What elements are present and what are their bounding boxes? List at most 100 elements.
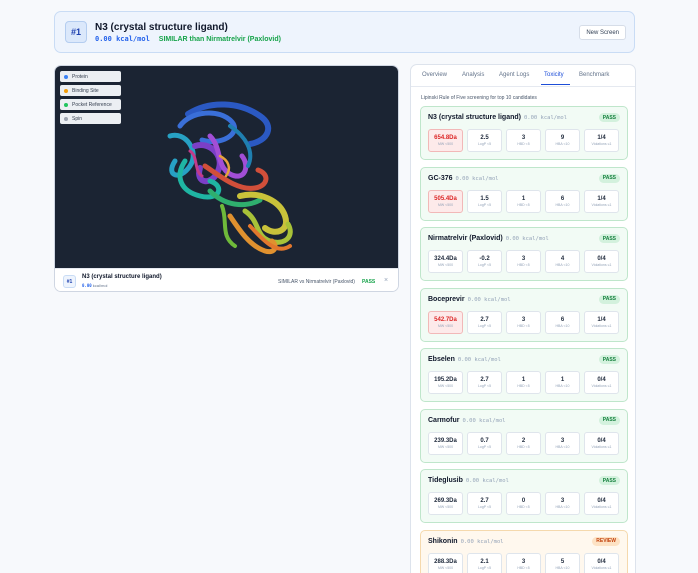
- metric-label: LogP <5: [477, 565, 492, 570]
- lipinski-metrics: 288.3Da MW <500 2.1 LogP <5 3 HBD <5 5 HBA <10 0…: [428, 552, 619, 573]
- metric-value: 2.1: [480, 558, 489, 565]
- lipinski-metrics: 239.3Da MW <500 0.7 LogP <5 2 HBD <5 3 HBA <10 0…: [428, 431, 619, 455]
- status-badge: PASS: [598, 294, 620, 304]
- lipinski-metrics: 654.8Da MW <500 2.5 LogP <5 3 HBD <5 9 HBA <10 1…: [428, 129, 619, 152]
- metric-label: LogP <5: [477, 142, 492, 146]
- metric-value: -0.2: [479, 256, 490, 262]
- metric-mw: 324.4Da MW <500: [428, 250, 463, 273]
- metric-logp: 2.7 LogP <5: [467, 492, 502, 515]
- metric-violations: 1/4 Violations ≤1: [584, 189, 619, 213]
- metric-label: Violations ≤1: [591, 384, 612, 388]
- candidate-name: Boceprevir: [428, 295, 465, 303]
- candidate-name: Shikonin: [428, 537, 458, 545]
- metric-value: 1/4: [597, 195, 606, 202]
- control-label: Spin: [72, 115, 83, 122]
- pocket-reference-toggle[interactable]: Pocket Reference: [60, 99, 121, 110]
- candidate-card-shikonin[interactable]: Shikonin 0.00 kcal/mol REVIEW 288.3Da MW <50…: [420, 529, 628, 573]
- candidate-name: Nirmatrelvir (Paxlovid): [428, 235, 503, 242]
- candidate-name-row: GC-376 0.00 kcal/mol: [428, 175, 499, 182]
- tab-overview[interactable]: Overview: [422, 72, 447, 78]
- tab-agent-logs[interactable]: Agent Logs: [499, 72, 529, 78]
- candidate-card-ebselen[interactable]: Ebselen 0.00 kcal/mol PASS 195.2Da MW <500 2.…: [420, 348, 628, 402]
- metric-label: LogP <5: [477, 444, 492, 449]
- spin-toggle[interactable]: Spin: [60, 113, 121, 124]
- candidate-card-carmofur[interactable]: Carmofur 0.00 kcal/mol PASS 239.3Da MW <500 0…: [420, 408, 628, 463]
- new-screen-button[interactable]: New Screen: [579, 25, 626, 40]
- status-badge: PASS: [598, 415, 620, 425]
- candidate-card-n3-crystal-structure-ligand[interactable]: N3 (crystal structure ligand) 0.00 kcal/m…: [420, 106, 628, 160]
- metric-value: 2.5: [480, 135, 489, 141]
- status-badge: REVIEW: [592, 536, 620, 546]
- metric-value: 2.7: [480, 498, 489, 504]
- similarity-label: SIMILAR than Nirmatrelvir (Paxlovid): [158, 35, 281, 43]
- result-header: #1 N3 (crystal structure ligand) 0.00 kc…: [54, 11, 635, 53]
- metric-value: 3: [560, 437, 565, 444]
- candidate-card-boceprevir[interactable]: Boceprevir 0.00 kcal/mol PASS 542.7Da MW <50…: [420, 287, 628, 342]
- candidate-name: N3 (crystal structure ligand): [428, 114, 521, 121]
- metric-hbd: 3 HBD <5: [506, 552, 541, 573]
- candidate-card-tideglusib[interactable]: Tideglusib 0.00 kcal/mol PASS 269.3Da MW <50…: [420, 469, 628, 523]
- metric-value: 3: [521, 316, 526, 323]
- status-badge: PASS: [598, 113, 620, 122]
- active-tab-indicator: [541, 84, 570, 85]
- candidate-card-gc-376[interactable]: GC-376 0.00 kcal/mol PASS 505.4Da MW <500 1.5…: [420, 166, 628, 221]
- status-badge: PASS: [598, 355, 620, 364]
- 3d-viewport[interactable]: Protein Binding Site Pocket Reference Sp…: [55, 66, 398, 268]
- metric-label: Violations ≤1: [591, 565, 612, 570]
- metric-hba: 3 HBA <10: [545, 492, 580, 515]
- metric-label: Violations ≤1: [591, 444, 612, 449]
- metric-label: HBA <10: [555, 444, 570, 449]
- metric-mw: 239.3Da MW <500: [428, 431, 463, 455]
- metric-hbd: 1 HBD <5: [506, 371, 541, 394]
- candidate-name: Carmofur: [428, 416, 460, 424]
- metric-label: MW <500: [437, 202, 454, 207]
- metric-label: MW <500: [437, 565, 454, 570]
- metric-label: LogP <5: [477, 202, 492, 207]
- candidate-name: Ebselen: [428, 356, 455, 363]
- metric-violations: 0/4 Violations ≤1: [584, 552, 619, 573]
- protein-toggle[interactable]: Protein: [60, 71, 121, 82]
- metric-value: 2: [521, 437, 526, 444]
- metric-logp: 2.7 LogP <5: [467, 371, 502, 394]
- molecule-viewer: Protein Binding Site Pocket Reference Sp…: [54, 65, 399, 292]
- candidate-name-row: Boceprevir 0.00 kcal/mol: [428, 296, 511, 303]
- metric-hba: 4 HBA <10: [545, 250, 580, 273]
- metric-value: 2.7: [480, 316, 489, 323]
- metric-value: 195.2Da: [434, 377, 457, 383]
- metric-value: 3: [521, 135, 526, 141]
- tab-benchmark[interactable]: Benchmark: [579, 72, 609, 78]
- metric-violations: 1/4 Violations ≤1: [584, 310, 619, 334]
- metric-hba: 3 HBA <10: [545, 431, 580, 455]
- metric-mw: 269.3Da MW <500: [428, 492, 463, 515]
- metric-label: LogP <5: [477, 323, 492, 328]
- metric-value: 1: [521, 377, 526, 383]
- metric-value: 505.4Da: [434, 195, 457, 202]
- candidate-energy: 0.00 kcal/mol: [460, 538, 504, 545]
- viewer-controls: Protein Binding Site Pocket Reference Sp…: [60, 71, 121, 124]
- metric-label: MW <500: [437, 444, 454, 449]
- metric-hba: 6 HBA <10: [545, 189, 580, 213]
- candidate-name-row: Tideglusib 0.00 kcal/mol: [428, 477, 509, 484]
- metric-mw: 542.7Da MW <500: [428, 310, 463, 334]
- candidate-name: Tideglusib: [428, 477, 463, 484]
- metric-value: 654.8Da: [434, 135, 457, 141]
- metric-violations: 0/4 Violations ≤1: [584, 371, 619, 394]
- candidate-card-nirmatrelvir-paxlovid[interactable]: Nirmatrelvir (Paxlovid) 0.00 kcal/mol PASS…: [420, 227, 628, 281]
- metric-hba: 5 HBA <10: [545, 552, 580, 573]
- spin-dot-icon: [64, 116, 68, 121]
- metric-hba: 6 HBA <10: [545, 310, 580, 334]
- candidate-name: GC-376: [428, 174, 453, 182]
- metric-value: 3: [521, 558, 526, 565]
- tab-analysis[interactable]: Analysis: [462, 72, 484, 78]
- metric-label: Violations ≤1: [591, 323, 612, 328]
- tab-toxicity[interactable]: Toxicity: [544, 72, 564, 78]
- close-icon[interactable]: ×: [384, 277, 388, 284]
- metric-hbd: 3 HBD <5: [506, 129, 541, 152]
- metric-hbd: 3 HBD <5: [506, 250, 541, 273]
- footer-energy-value: 0.00: [82, 283, 92, 288]
- candidate-energy: 0.00 kcal/mol: [462, 417, 506, 424]
- metric-value: 1/4: [597, 135, 606, 141]
- metric-label: HBA <10: [555, 565, 570, 570]
- binding-site-toggle[interactable]: Binding Site: [60, 85, 121, 96]
- metric-mw: 505.4Da MW <500: [428, 189, 463, 213]
